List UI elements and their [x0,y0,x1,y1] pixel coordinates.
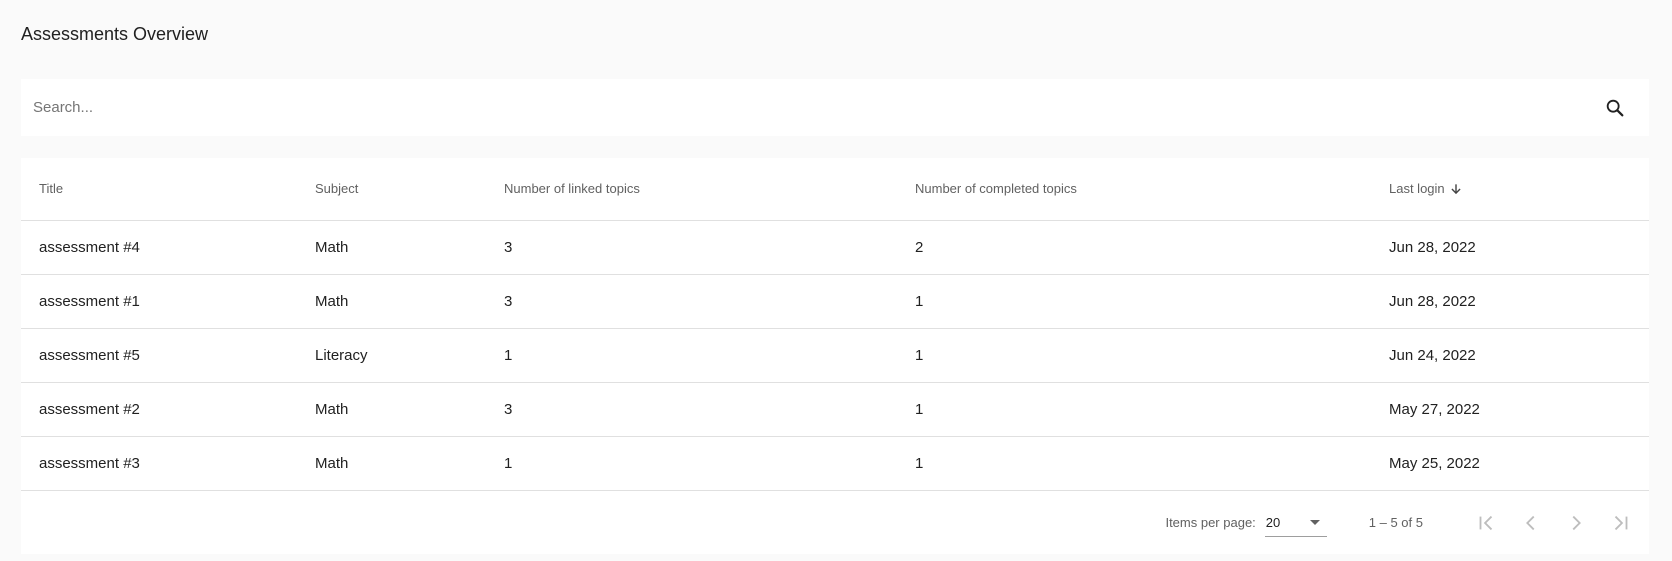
cell-linked-topics: 1 [504,436,915,491]
first-page-button[interactable] [1463,503,1508,543]
last-login-header-label: Last login [1389,181,1445,197]
cell-title: assessment #5 [21,328,315,383]
cell-subject: Math [315,436,504,491]
items-per-page-select[interactable]: 20 [1264,509,1327,537]
next-page-button[interactable] [1553,503,1598,543]
cell-completed-topics: 1 [915,274,1389,329]
assessments-table: Title Subject Number of linked topics Nu… [21,158,1649,491]
cell-completed-topics: 1 [915,328,1389,383]
cell-linked-topics: 3 [504,382,915,437]
chevron-down-icon [1309,520,1320,525]
arrow-down-icon [1451,184,1461,194]
cell-title: assessment #3 [21,436,315,491]
paginator: Items per page: 20 1 – 5 of 5 [21,491,1649,554]
table-row[interactable]: assessment #1 Math 3 1 Jun 28, 2022 [21,274,1649,329]
cell-linked-topics: 3 [504,220,915,275]
page-range-label: 1 – 5 of 5 [1368,515,1423,530]
cell-last-login: May 25, 2022 [1389,436,1649,491]
items-per-page-value: 20 [1265,514,1281,530]
previous-page-icon [1525,515,1534,530]
last-login-sort-header[interactable]: Last login [1389,181,1463,196]
cell-last-login: Jun 24, 2022 [1389,328,1649,383]
cell-completed-topics: 1 [915,436,1389,491]
assessments-table-card: Title Subject Number of linked topics Nu… [21,158,1649,554]
column-header-linked-topics[interactable]: Number of linked topics [504,158,915,221]
cell-subject: Math [315,382,504,437]
column-header-completed-topics[interactable]: Number of completed topics [915,158,1389,221]
cell-last-login: Jun 28, 2022 [1389,274,1649,329]
cell-last-login: Jun 28, 2022 [1389,220,1649,275]
table-header-row: Title Subject Number of linked topics Nu… [21,158,1649,221]
search-icon [1606,99,1624,116]
next-page-icon [1572,515,1581,530]
column-header-subject[interactable]: Subject [315,158,504,221]
cell-subject: Math [315,274,504,329]
assessments-page: Assessments Overview Title Subject Numbe… [0,0,1672,561]
search-bar [21,79,1649,136]
cell-subject: Math [315,220,504,275]
previous-page-button[interactable] [1508,503,1553,543]
table-row[interactable]: assessment #5 Literacy 1 1 Jun 24, 2022 [21,328,1649,383]
cell-completed-topics: 1 [915,382,1389,437]
items-per-page-label: Items per page: [1165,515,1256,530]
column-header-title[interactable]: Title [21,158,315,221]
last-page-icon [1614,515,1627,530]
table-row[interactable]: assessment #2 Math 3 1 May 27, 2022 [21,382,1649,437]
cell-completed-topics: 2 [915,220,1389,275]
last-page-button[interactable] [1598,503,1643,543]
table-row[interactable]: assessment #4 Math 3 2 Jun 28, 2022 [21,220,1649,275]
cell-title: assessment #2 [21,382,315,437]
column-header-last-login[interactable]: Last login [1389,158,1649,221]
search-input[interactable] [21,79,1593,136]
page-title: Assessments Overview [21,24,209,44]
cell-linked-topics: 1 [504,328,915,383]
first-page-icon [1479,515,1492,530]
cell-subject: Literacy [315,328,504,383]
cell-title: assessment #1 [21,274,315,329]
search-button[interactable] [1593,86,1637,130]
cell-linked-topics: 3 [504,274,915,329]
table-row[interactable]: assessment #3 Math 1 1 May 25, 2022 [21,436,1649,491]
cell-last-login: May 27, 2022 [1389,382,1649,437]
cell-title: assessment #4 [21,220,315,275]
